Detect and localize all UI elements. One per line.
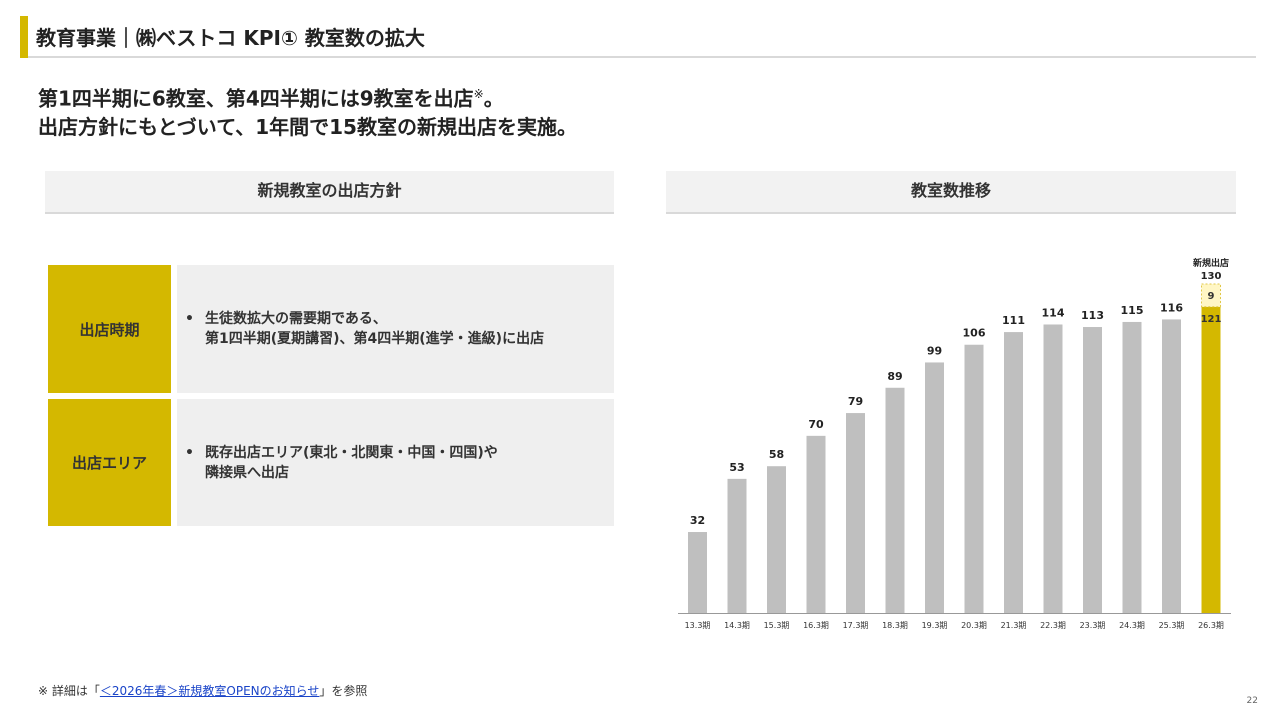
- page-number: 22: [1246, 696, 1258, 706]
- title-bar: 教育事業｜㈱ベストコ KPI① 教室数の拡大: [20, 16, 1256, 58]
- x-tick-label: 14.3期: [724, 621, 750, 630]
- bar-23.3期: [1083, 327, 1102, 613]
- x-tick-label: 18.3期: [882, 621, 908, 630]
- legend-label-new: 新規出店: [1193, 257, 1229, 269]
- footnote-link[interactable]: ＜2026年春＞新規教室OPENのお知らせ: [100, 684, 320, 698]
- x-tick-label: 23.3期: [1080, 621, 1106, 630]
- data-label: 58: [769, 448, 784, 461]
- data-label: 111: [1002, 314, 1025, 327]
- data-label: 53: [729, 461, 744, 474]
- policy-row-text: 既存出店エリア(東北・北関東・中国・四国)や: [205, 444, 498, 461]
- data-label: 32: [690, 514, 705, 527]
- policy-row-text: 第1四半期(夏期講習)、第4四半期(進学・進級)に出店: [205, 331, 545, 347]
- bullet: •: [185, 444, 194, 461]
- policy-row-label-area: 出店エリア: [48, 399, 171, 526]
- policy-row-label-timing: 出店時期: [48, 265, 171, 393]
- x-tick-label: 17.3期: [843, 621, 869, 630]
- bar-14.3期: [727, 478, 747, 613]
- lead-line-1-end: 。: [483, 86, 504, 111]
- data-label: 114: [1042, 306, 1065, 319]
- title-divider: [28, 56, 1256, 58]
- bullet: •: [185, 311, 194, 327]
- lead-line-1-text: 第1四半期に6教室、第4四半期には9教室を出店: [38, 86, 474, 111]
- data-label: 99: [927, 344, 942, 357]
- policy-row-body-area: • 既存出店エリア(東北・北関東・中国・四国)や 隣接県へ出店: [177, 399, 614, 526]
- data-label: 113: [1081, 309, 1104, 322]
- bar-25.3期: [1162, 319, 1181, 613]
- lead-line-1: 第1四半期に6教室、第4四半期には9教室を出店※。: [38, 80, 577, 113]
- bar-19.3期: [925, 362, 944, 613]
- x-tick-label: 19.3期: [922, 621, 948, 630]
- bar-13.3期: [688, 532, 707, 613]
- bar-26.3期: [1201, 306, 1221, 613]
- footnote-suffix: 」を参照: [319, 684, 368, 698]
- data-label: 79: [848, 395, 863, 408]
- footnote-prefix: ※ 詳細は「: [38, 684, 100, 698]
- bar-15.3期: [767, 466, 786, 613]
- x-tick-label: 16.3期: [803, 621, 829, 630]
- page-title: 教育事業｜㈱ベストコ KPI① 教室数の拡大: [36, 26, 425, 50]
- x-tick-label: 15.3期: [764, 621, 790, 630]
- bar-22.3期: [1043, 324, 1063, 613]
- bar-16.3期: [806, 435, 826, 613]
- data-label-total: 130: [1201, 271, 1222, 282]
- x-tick-label: 24.3期: [1119, 621, 1145, 630]
- policy-row-body-timing: • 生徒数拡大の需要期である、 第1四半期(夏期講習)、第4四半期(進学・進級)…: [177, 265, 614, 393]
- x-tick-label: 21.3期: [1001, 621, 1027, 630]
- policy-heading: 新規教室の出店方針: [45, 171, 614, 214]
- data-label-new: 9: [1208, 291, 1215, 302]
- data-label: 89: [887, 370, 902, 383]
- x-tick-label: 13.3期: [685, 621, 711, 630]
- data-label-base: 121: [1201, 314, 1222, 325]
- classroom-count-chart: 13.3期 32 14.3期 53 15.3期 58 16.3期 70 17.3期 79 18.3期…: [678, 257, 1231, 630]
- bar-20.3期: [964, 344, 984, 613]
- lead-line-2: 出店方針にもとづいて、1年間で15教室の新規出店を実施。: [38, 114, 577, 139]
- policy-row-text: 隣接県へ出店: [205, 464, 289, 481]
- x-tick-label: 22.3期: [1040, 621, 1066, 630]
- bar-24.3期: [1122, 321, 1142, 613]
- data-label: 70: [808, 418, 824, 431]
- bar-21.3期: [1004, 332, 1023, 613]
- bar-18.3期: [885, 387, 905, 613]
- title-accent-bar: [20, 16, 28, 58]
- lead-note-mark: ※: [473, 87, 484, 101]
- x-tick-label: 25.3期: [1159, 621, 1185, 630]
- footnote: ※ 詳細は「＜2026年春＞新規教室OPENのお知らせ」を参照: [38, 682, 367, 699]
- data-label: 116: [1160, 301, 1183, 314]
- policy-row-text: 生徒数拡大の需要期である、: [205, 311, 387, 327]
- bar-17.3期: [846, 413, 865, 613]
- lead-text: 第1四半期に6教室、第4四半期には9教室を出店※。 出店方針にもとづいて、1年間…: [38, 80, 577, 141]
- x-tick-label: 20.3期: [961, 621, 987, 630]
- data-label: 115: [1121, 304, 1144, 317]
- data-label: 106: [963, 327, 986, 340]
- x-tick-label: 26.3期: [1198, 621, 1224, 630]
- chart-heading: 教室数推移: [666, 171, 1236, 214]
